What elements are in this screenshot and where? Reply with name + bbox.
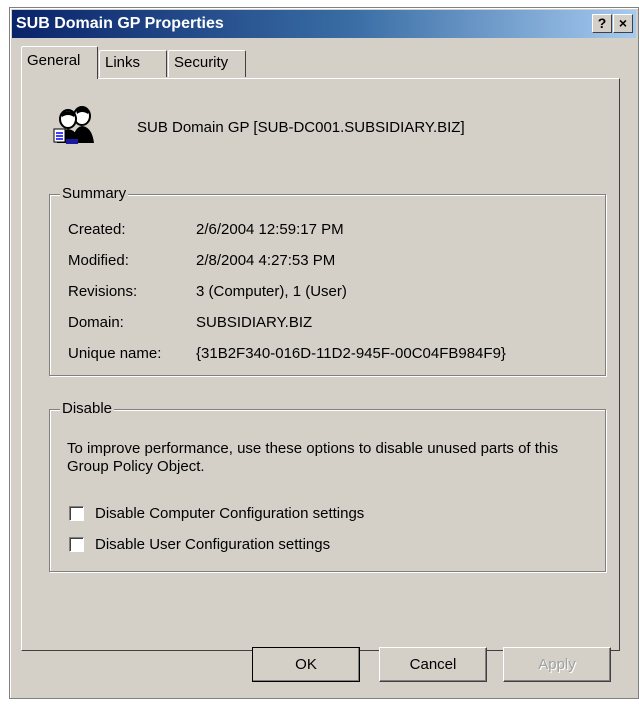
window-title: SUB Domain GP Properties: [16, 15, 224, 32]
disable-legend: Disable: [60, 400, 115, 417]
tab-links[interactable]: Links: [99, 50, 167, 77]
gpo-name: SUB Domain GP [SUB-DC001.SUBSIDIARY.BIZ]: [137, 119, 465, 136]
unique-name-label: Unique name:: [68, 345, 162, 362]
checkbox-box[interactable]: [69, 506, 84, 521]
disable-computer-config-label[interactable]: Disable Computer Configuration settings: [95, 505, 364, 522]
cancel-button[interactable]: Cancel: [379, 647, 487, 682]
disable-description: To improve performance, use these option…: [67, 440, 559, 475]
ok-button[interactable]: OK: [252, 647, 360, 682]
revisions-row: Revisions: 3 (Computer), 1 (User): [68, 283, 347, 300]
created-label: Created:: [68, 221, 126, 238]
modified-value: 2/8/2004 4:27:53 PM: [196, 252, 336, 269]
disable-group: Disable To improve performance, use thes…: [49, 400, 606, 572]
modified-row: Modified: 2/8/2004 4:27:53 PM: [68, 252, 335, 269]
disable-user-config-checkbox[interactable]: Disable User Configuration settings: [69, 536, 330, 553]
created-value: 2/6/2004 12:59:17 PM: [196, 221, 344, 238]
tab-security[interactable]: Security: [168, 50, 246, 77]
general-tab-panel: SUB Domain GP [SUB-DC001.SUBSIDIARY.BIZ]…: [21, 78, 620, 651]
domain-row: Domain: SUBSIDIARY.BIZ: [68, 314, 312, 331]
checkbox-box[interactable]: [69, 537, 84, 552]
close-button[interactable]: ×: [613, 14, 633, 33]
domain-value: SUBSIDIARY.BIZ: [196, 314, 313, 331]
summary-group: Summary Created: 2/6/2004 12:59:17 PM Mod…: [49, 185, 606, 376]
disable-computer-config-checkbox[interactable]: Disable Computer Configuration settings: [69, 505, 364, 522]
unique-name-value: {31B2F340-016D-11D2-945F-00C04FB984F9}: [196, 345, 506, 362]
summary-legend: Summary: [60, 185, 129, 202]
domain-label: Domain:: [68, 314, 124, 331]
created-row: Created: 2/6/2004 12:59:17 PM: [68, 221, 344, 238]
help-button[interactable]: ?: [592, 14, 612, 33]
disable-user-config-label[interactable]: Disable User Configuration settings: [95, 536, 330, 553]
modified-label: Modified:: [68, 252, 129, 269]
revisions-value: 3 (Computer), 1 (User): [196, 283, 347, 300]
unique-name-row: Unique name: {31B2F340-016D-11D2-945F-00C…: [68, 345, 506, 362]
title-bar[interactable]: SUB Domain GP Properties ? ×: [12, 10, 636, 38]
tab-general[interactable]: General: [21, 46, 98, 79]
apply-button[interactable]: Apply: [503, 647, 611, 682]
group-policy-users-icon: [53, 106, 94, 144]
revisions-label: Revisions:: [68, 283, 138, 300]
